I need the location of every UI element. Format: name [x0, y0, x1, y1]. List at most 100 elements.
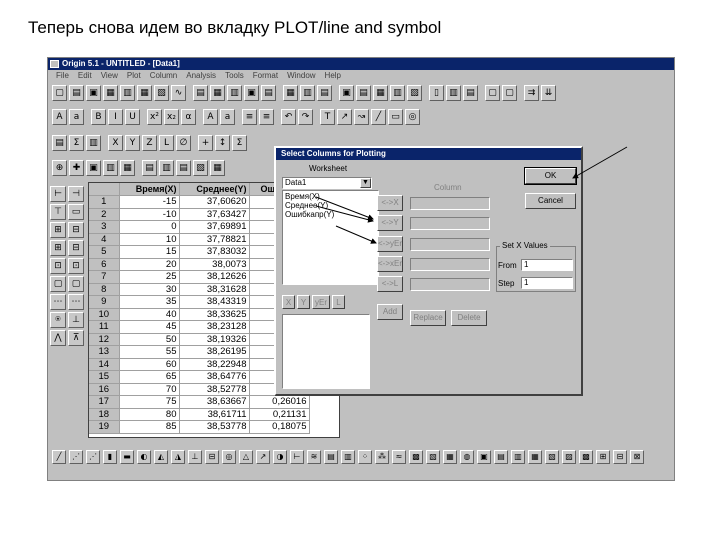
cell-time[interactable]: 80 — [119, 408, 180, 421]
assign-xerr-button[interactable]: <->xEr — [377, 256, 403, 272]
plot-tool-13-icon[interactable]: ⋯ — [50, 294, 66, 310]
list-item[interactable]: Время(X) — [285, 192, 376, 201]
cell-time[interactable]: 10 — [119, 233, 180, 246]
row-number[interactable]: 9 — [89, 295, 120, 309]
row-number[interactable]: 17 — [89, 395, 120, 409]
curved-arrow-icon[interactable]: ↝ — [354, 109, 369, 125]
column-header-time[interactable]: Время(X) — [119, 183, 180, 196]
polar-plot-icon[interactable]: ◎ — [222, 450, 236, 464]
plot-tool-7-icon[interactable]: ⊞ — [50, 240, 66, 256]
set-y-icon[interactable]: Y — [125, 135, 140, 151]
data-reader-icon[interactable]: ✚ — [69, 160, 84, 176]
new-worksheet-icon[interactable]: ▦ — [103, 85, 118, 101]
zoom-icon[interactable]: ⊕ — [52, 160, 67, 176]
vector-plot-icon[interactable]: ↗ — [256, 450, 270, 464]
text-tool-icon[interactable]: T — [320, 109, 335, 125]
sigma-icon[interactable]: Σ — [69, 135, 84, 151]
list-item[interactable]: Ошибкапр(Y) — [285, 210, 376, 219]
menu-plot[interactable]: Plot — [127, 70, 141, 82]
fill-area-icon[interactable]: ◮ — [171, 450, 185, 464]
cell-mean[interactable]: 37,60620 — [179, 195, 250, 209]
line-plot-icon[interactable]: ╱ — [52, 450, 66, 464]
cell-mean[interactable]: 38,63667 — [179, 395, 250, 409]
refresh-icon[interactable]: ▦ — [283, 85, 298, 101]
copy-page-icon[interactable]: ▤ — [317, 85, 332, 101]
cell-mean[interactable]: 38,61711 — [179, 408, 250, 421]
increase-font-icon[interactable]: A — [203, 109, 218, 125]
template-d-icon[interactable]: ▧ — [545, 450, 559, 464]
assign-x-button[interactable]: <->X — [377, 195, 403, 211]
columns-listbox[interactable]: Время(X) Среднее(Y) Ошибкапр(Y) — [282, 190, 379, 285]
template-a-icon[interactable]: ▤ — [494, 450, 508, 464]
bookmark-icon[interactable]: ▯ — [429, 85, 444, 101]
cell-mean[interactable]: 38,53778 — [179, 420, 250, 434]
assign-label-button[interactable]: <->L — [377, 276, 403, 292]
cell-time[interactable]: 45 — [119, 320, 180, 334]
template-b-icon[interactable]: ▥ — [511, 450, 525, 464]
cell-time[interactable]: 75 — [119, 395, 180, 409]
row-number[interactable]: 18 — [89, 408, 120, 421]
row-number[interactable]: 8 — [89, 283, 120, 296]
3d-trajectory-icon[interactable]: ⁂ — [375, 450, 389, 464]
plot-tool-2-icon[interactable]: ⊣ — [68, 186, 84, 202]
column-plot-icon[interactable]: ▮ — [103, 450, 117, 464]
plot-tool-15-icon[interactable]: ⍟ — [50, 312, 66, 328]
menu-file[interactable]: File — [56, 70, 69, 82]
greek-icon[interactable]: α — [181, 109, 196, 125]
double-y-icon[interactable]: ⊢ — [290, 450, 304, 464]
menu-format[interactable]: Format — [253, 70, 278, 82]
row-number[interactable]: 15 — [89, 370, 120, 384]
underline-icon[interactable]: U — [125, 109, 140, 125]
window-b-icon[interactable]: ▢ — [502, 85, 517, 101]
code-builder-icon[interactable]: ▦ — [373, 85, 388, 101]
window-a-icon[interactable]: ▢ — [485, 85, 500, 101]
row-number[interactable]: 6 — [89, 258, 120, 271]
cell-time[interactable]: 40 — [119, 308, 180, 321]
plot-tool-18-icon[interactable]: ⊼ — [68, 330, 84, 346]
step-input[interactable]: 1 — [521, 277, 573, 289]
cell-time[interactable]: 25 — [119, 270, 180, 284]
cell-time[interactable]: 35 — [119, 295, 180, 309]
cell-error[interactable]: 0,18075 — [249, 420, 310, 434]
template-c-icon[interactable]: ▦ — [528, 450, 542, 464]
row-number[interactable]: 3 — [89, 220, 120, 234]
scatter-plot-icon[interactable]: ⋰ — [69, 450, 83, 464]
undo-icon[interactable]: ↶ — [281, 109, 296, 125]
plot-tool-8-icon[interactable]: ⊟ — [68, 240, 84, 256]
print-icon[interactable]: ▤ — [261, 85, 276, 101]
decrease-font-icon[interactable]: a — [220, 109, 235, 125]
import-ascii-icon[interactable]: ▦ — [210, 85, 225, 101]
menu-edit[interactable]: Edit — [78, 70, 92, 82]
bold-icon[interactable]: B — [91, 109, 106, 125]
smith-chart-icon[interactable]: ◑ — [273, 450, 287, 464]
hi-lo-plot-icon[interactable]: ⊥ — [188, 450, 202, 464]
color-scale-icon[interactable]: ▦ — [210, 160, 225, 176]
bar-plot-icon[interactable]: ▬ — [120, 450, 134, 464]
pointer-tool-icon[interactable]: ▤ — [52, 135, 67, 151]
3d-waterfall-icon[interactable]: ▧ — [426, 450, 440, 464]
cascade-icon[interactable]: ▤ — [463, 85, 478, 101]
3d-ribbon-icon[interactable]: ≈ — [392, 450, 406, 464]
row-number[interactable]: 4 — [89, 233, 120, 246]
row-number[interactable]: 12 — [89, 333, 120, 346]
plot-tool-12-icon[interactable]: ▢ — [68, 276, 84, 292]
cell-mean[interactable]: 38,19326 — [179, 333, 250, 346]
assign-yerr-button[interactable]: <->yEr — [377, 236, 403, 252]
template-h-icon[interactable]: ⊟ — [613, 450, 627, 464]
row-number[interactable]: 5 — [89, 245, 120, 259]
new-excel-icon[interactable]: ▧ — [407, 85, 422, 101]
superscript-icon[interactable]: x² — [147, 109, 162, 125]
row-number[interactable]: 11 — [89, 320, 120, 334]
open-template-icon[interactable]: ▤ — [193, 85, 208, 101]
cell-mean[interactable]: 38,52778 — [179, 383, 250, 396]
cell-time[interactable]: 65 — [119, 370, 180, 384]
worksheet-dropdown-arrow-icon[interactable]: ▼ — [360, 178, 371, 188]
align-center-icon[interactable]: ≡ — [259, 109, 274, 125]
cell-mean[interactable]: 38,64776 — [179, 370, 250, 384]
pie-plot-icon[interactable]: ◐ — [137, 450, 151, 464]
cell-mean[interactable]: 38,22948 — [179, 358, 250, 371]
plot-tool-1-icon[interactable]: ⊢ — [50, 186, 66, 202]
project-explorer-icon[interactable]: ▥ — [390, 85, 405, 101]
import-multiple-icon[interactable]: ▥ — [227, 85, 242, 101]
italic-icon[interactable]: I — [108, 109, 123, 125]
